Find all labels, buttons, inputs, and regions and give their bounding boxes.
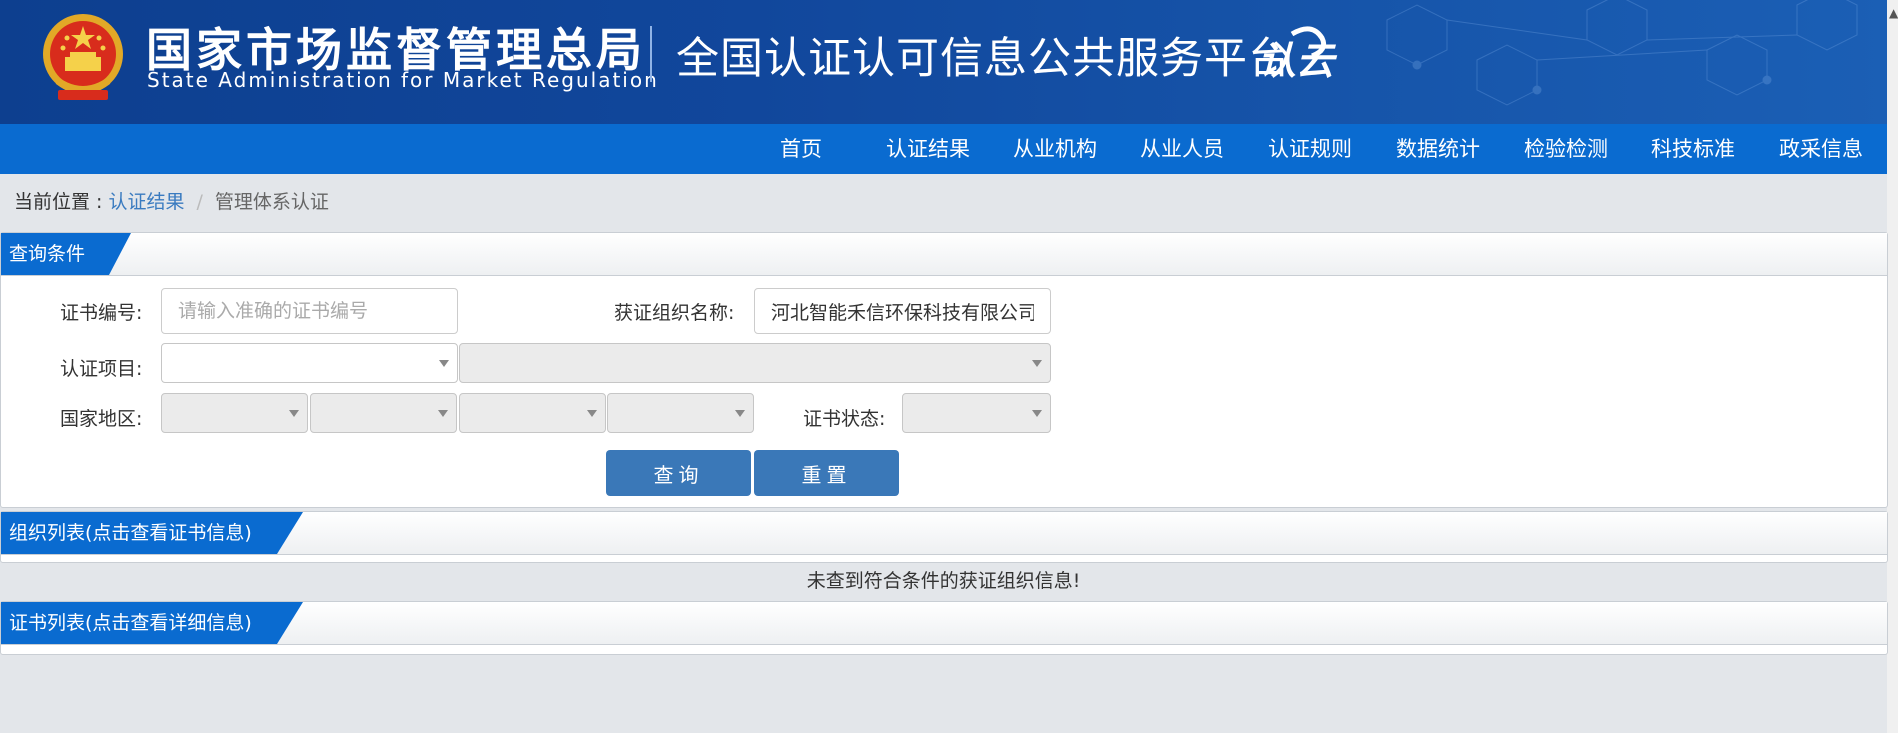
- region-label: 国家地区:: [60, 408, 143, 430]
- breadcrumb: 当前位置 : 认证结果 / 管理体系认证: [14, 187, 329, 214]
- nav-item-cert-rules[interactable]: 认证规则: [1268, 124, 1352, 174]
- breadcrumb-current: 管理体系认证: [214, 191, 329, 213]
- nav-item-procurement[interactable]: 政采信息: [1779, 124, 1863, 174]
- query-panel-header: 查询条件: [1, 233, 1887, 276]
- cert-list-panel: 证书列表(点击查看详细信息): [0, 601, 1888, 655]
- cert-number-label: 证书编号:: [60, 302, 143, 324]
- nav-item-cert-results[interactable]: 认证结果: [886, 124, 970, 174]
- certification-cloud-logo-icon: 认云: [1258, 26, 1338, 83]
- vertical-scrollbar[interactable]: [1887, 0, 1898, 733]
- chevron-down-icon: [289, 410, 299, 417]
- org-list-title: 组织列表(点击查看证书信息): [9, 522, 252, 544]
- cert-project-select[interactable]: [161, 343, 458, 383]
- org-name-label: 获证组织名称:: [614, 302, 735, 324]
- nav-item-standards[interactable]: 科技标准: [1651, 124, 1735, 174]
- chevron-down-icon: [1032, 410, 1042, 417]
- chevron-down-icon: [438, 410, 448, 417]
- main-nav: 首页 认证结果 从业机构 从业人员 认证规则 数据统计 检验检测 科技标准 政采…: [0, 124, 1887, 174]
- national-emblem-icon: [43, 14, 123, 100]
- region-district-select[interactable]: [607, 393, 754, 433]
- chevron-down-icon: [587, 410, 597, 417]
- nav-item-practitioners[interactable]: 从业人员: [1140, 124, 1224, 174]
- query-panel-title: 查询条件: [9, 243, 86, 265]
- chevron-down-icon: [1032, 360, 1042, 367]
- nav-item-institutions[interactable]: 从业机构: [1013, 124, 1097, 174]
- cert-status-label: 证书状态:: [803, 408, 886, 430]
- breadcrumb-prefix: 当前位置 :: [14, 191, 109, 213]
- breadcrumb-separator: /: [196, 191, 203, 213]
- org-name-input[interactable]: [754, 288, 1051, 334]
- reset-button[interactable]: 重置: [754, 450, 899, 496]
- nav-item-statistics[interactable]: 数据统计: [1396, 124, 1480, 174]
- region-province-select[interactable]: [310, 393, 457, 433]
- cert-status-select[interactable]: [902, 393, 1051, 433]
- cert-subproject-select[interactable]: [459, 343, 1051, 383]
- cert-list-title: 证书列表(点击查看详细信息): [9, 612, 252, 634]
- chevron-down-icon: [439, 360, 449, 367]
- site-header: 国家市场监督管理总局 State Administration for Mark…: [0, 0, 1887, 124]
- region-city-select[interactable]: [459, 393, 606, 433]
- chevron-down-icon: [735, 410, 745, 417]
- cert-number-input[interactable]: [161, 288, 458, 334]
- platform-title: 全国认证认可信息公共服务平台: [676, 34, 1292, 84]
- cert-project-label: 认证项目:: [60, 358, 143, 380]
- scroll-up-arrow-icon[interactable]: ▲: [1889, 6, 1898, 20]
- nav-item-home[interactable]: 首页: [780, 124, 822, 174]
- header-divider: [650, 26, 652, 82]
- org-list-empty-message: 未查到符合条件的获证组织信息!: [806, 570, 1081, 592]
- org-list-header: 组织列表(点击查看证书信息): [1, 512, 1887, 555]
- cert-list-header: 证书列表(点击查看详细信息): [1, 602, 1887, 645]
- network-pattern-decoration: [1386, 0, 1858, 106]
- org-list-panel: 组织列表(点击查看证书信息): [0, 511, 1888, 563]
- agency-name-en: State Administration for Market Regulati…: [147, 68, 659, 92]
- nav-item-inspection[interactable]: 检验检测: [1524, 124, 1608, 174]
- region-country-select[interactable]: [161, 393, 308, 433]
- search-button[interactable]: 查询: [606, 450, 751, 496]
- breadcrumb-link-cert-results[interactable]: 认证结果: [108, 191, 184, 213]
